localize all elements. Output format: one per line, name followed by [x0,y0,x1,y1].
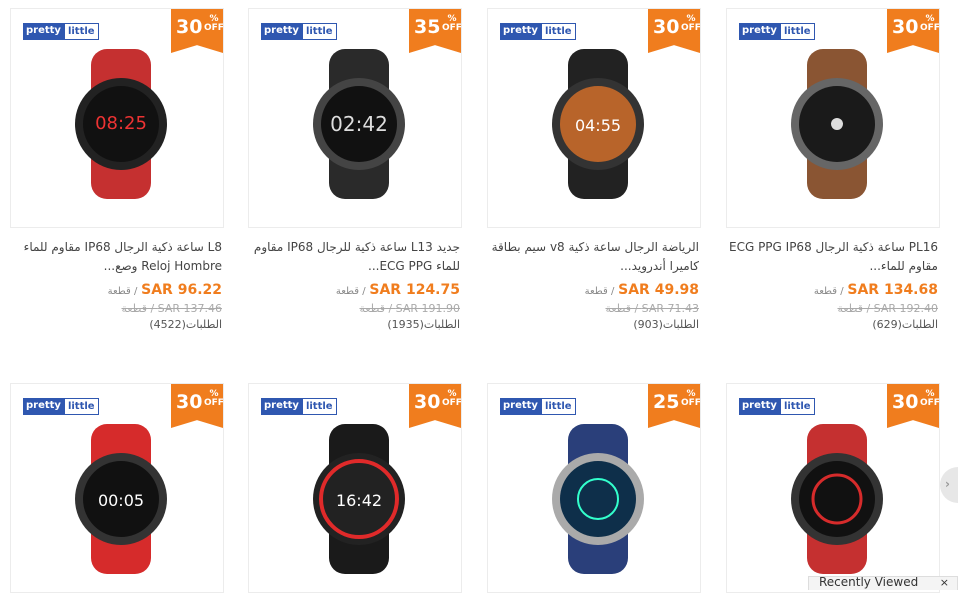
svg-text:04:55: 04:55 [575,116,621,135]
orders-count: الطلبات(1935) [387,318,460,331]
chevron-right-icon: › [945,477,950,491]
discount-badge: 30% OFF [171,9,223,53]
product-image[interactable]: pretty little 25% OFF [487,383,701,593]
svg-text:16:42: 16:42 [336,491,382,510]
discount-badge: 25% OFF [648,384,700,428]
discount-badge: 30% OFF [887,9,939,53]
price: SAR 96.22 / قطعة [107,282,222,298]
brand-logo: pretty little [261,398,337,415]
old-price: SAR 137.46 / قطعة [121,302,222,315]
svg-text:02:42: 02:42 [330,112,388,136]
brand-logo: pretty little [261,23,337,40]
product-title[interactable]: PL16 ساعة ذكية الرجال ECG PPG IP68 مقاوم… [728,238,938,276]
price: SAR 49.98 / قطعة [584,282,699,298]
product-image[interactable]: pretty little 35% OFF 02:42 [248,8,462,228]
brand-logo: pretty little [500,23,576,40]
discount-badge: 30% OFF [171,384,223,428]
product-image[interactable]: pretty little 30% OFF 04:55 [487,8,701,228]
close-icon[interactable]: × [940,577,949,589]
old-price: SAR 71.43 / قطعة [605,302,699,315]
price: SAR 134.68 / قطعة [813,282,938,298]
product-image[interactable]: pretty little 30% OFF [726,383,940,593]
product-image[interactable]: pretty little 30% OFF 16:42 [248,383,462,593]
product-title[interactable]: جديد L13 ساعة ذكية للرجال IP68 مقاوم للم… [250,238,460,276]
brand-logo: pretty little [23,398,99,415]
discount-badge: 30% OFF [648,9,700,53]
product-image[interactable]: pretty little 30% OFF 08:25 [10,8,224,228]
recently-viewed-bar[interactable]: Recently Viewed × [808,576,958,590]
orders-count: الطلبات(629) [872,318,938,331]
price: SAR 124.75 / قطعة [335,282,460,298]
old-price: SAR 191.90 / قطعة [359,302,460,315]
brand-logo: pretty little [23,23,99,40]
smartwatch-icon [552,424,644,574]
svg-text:00:05: 00:05 [98,491,144,510]
discount-badge: 35% OFF [409,9,461,53]
smartwatch-icon [791,49,883,199]
brand-logo: pretty little [500,398,576,415]
product-image[interactable]: pretty little 30% OFF 00:05 [10,383,224,593]
product-image[interactable]: pretty little 30% OFF [726,8,940,228]
orders-count: الطلبات(903) [633,318,699,331]
scroll-next-button[interactable]: › [940,467,958,503]
product-title[interactable]: L8 ساعة ذكية الرجال IP68 مقاوم للماء Rel… [12,238,222,276]
old-price: SAR 192.40 / قطعة [837,302,938,315]
discount-badge: 30% OFF [409,384,461,428]
product-title[interactable]: الرياضة الرجال ساعة ذكية v8 سيم بطاقة كا… [489,238,699,276]
brand-logo: pretty little [739,23,815,40]
discount-badge: 30% OFF [887,384,939,428]
smartwatch-icon: 04:55 [552,49,644,199]
smartwatch-icon: 00:05 [75,424,167,574]
recently-viewed-label: Recently Viewed [819,576,919,589]
orders-count: الطلبات(4522) [149,318,222,331]
smartwatch-icon [791,424,883,574]
smartwatch-icon: 08:25 [75,49,167,199]
svg-text:08:25: 08:25 [95,113,147,134]
brand-logo: pretty little [739,398,815,415]
smartwatch-icon: 16:42 [313,424,405,574]
smartwatch-icon: 02:42 [313,49,405,199]
